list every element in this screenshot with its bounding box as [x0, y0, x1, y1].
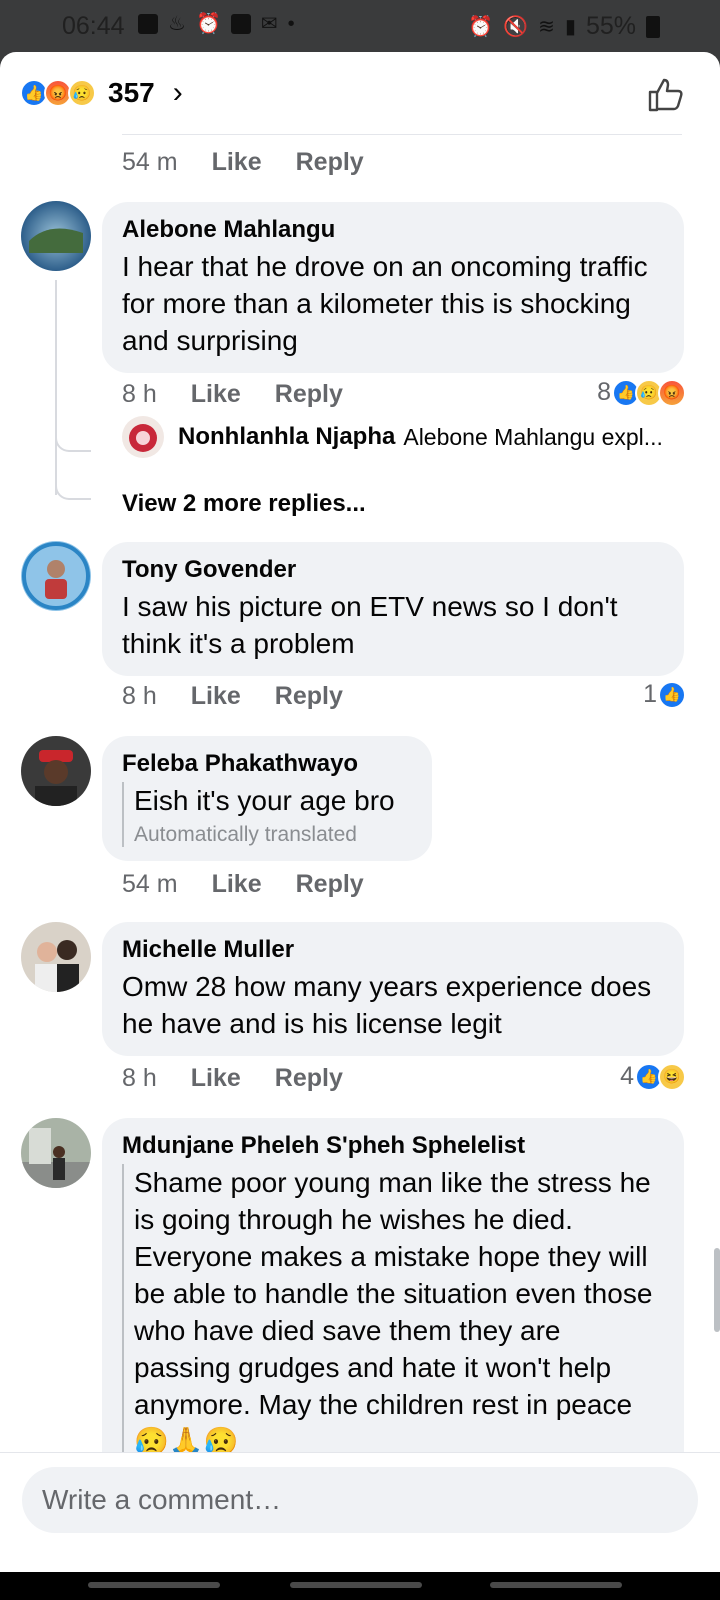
- status-bar: 06:44 ♨ ⏰ ✉ • ⏰ 🔇 ≋ ▮ 55%: [0, 0, 720, 52]
- comments-sheet: 👍 😡 😥 357 › 54 m Like Reply Alebone Mahl…: [0, 52, 720, 1572]
- chevron-right-icon: ›: [172, 76, 183, 109]
- v-icon: [138, 14, 158, 34]
- comment-time: 8 h: [122, 1064, 157, 1092]
- reply-author[interactable]: Nonhlanhla Njapha: [178, 423, 395, 451]
- comment-text: Shame poor young man like the stress he …: [134, 1167, 653, 1420]
- fire-icon: ♨: [168, 13, 186, 35]
- reply-link[interactable]: Reply: [296, 148, 364, 177]
- dot-icon: •: [287, 13, 295, 35]
- comment-author[interactable]: Tony Govender: [122, 556, 664, 584]
- comment-reactions[interactable]: 8 👍 😥 😡: [597, 378, 686, 407]
- thread-line: [55, 280, 57, 495]
- comment-bubble[interactable]: Michelle Muller Omw 28 how many years ex…: [102, 922, 684, 1056]
- mute-icon: 🔇: [503, 15, 529, 38]
- avatar[interactable]: [21, 1118, 91, 1188]
- comment-time: 54 m: [122, 870, 178, 898]
- like-reaction-icon: 👍: [658, 680, 686, 709]
- nav-back-button[interactable]: [88, 1582, 220, 1588]
- comment-text: I saw his picture on ETV news so I don't…: [122, 591, 618, 659]
- comment-meta: 8 h Like Reply: [122, 682, 343, 711]
- like-link[interactable]: Like: [191, 1064, 241, 1093]
- comment-bubble[interactable]: Mdunjane Pheleh S'pheh Sphelelist Shame …: [102, 1118, 684, 1498]
- thread-branch: [55, 436, 91, 452]
- view-more-replies[interactable]: View 2 more replies...: [122, 490, 366, 518]
- divider: [122, 134, 682, 135]
- reply-link[interactable]: Reply: [296, 870, 364, 899]
- comment-meta: 8 h Like Reply: [122, 1064, 343, 1093]
- reactions-summary[interactable]: 👍 😡 😥 357 ›: [20, 76, 183, 110]
- reaction-count: 4: [620, 1062, 634, 1090]
- translated-quote: Eish it's your age bro Automatically tra…: [122, 782, 412, 847]
- comment-composer-bar: [0, 1452, 720, 1572]
- avatar[interactable]: [21, 922, 91, 992]
- wifi-icon: ≋: [538, 15, 555, 38]
- gmail-icon: ✉: [260, 13, 278, 35]
- comment-time: 54 m: [122, 148, 178, 176]
- system-nav-bar: [0, 1572, 720, 1600]
- like-link[interactable]: Like: [212, 870, 262, 899]
- signal-icon: ▮: [564, 15, 576, 38]
- comment-author[interactable]: Mdunjane Pheleh S'pheh Sphelelist: [122, 1132, 664, 1160]
- reply-link[interactable]: Reply: [275, 380, 343, 409]
- reply-preview[interactable]: Nonhlanhla Njapha Alebone Mahlangu expl.…: [122, 416, 692, 458]
- like-link[interactable]: Like: [191, 380, 241, 409]
- comment-meta: 8 h Like Reply: [122, 380, 343, 409]
- nav-recents-button[interactable]: [490, 1582, 622, 1588]
- comment-time: 8 h: [122, 380, 157, 408]
- translation-note[interactable]: Automatically translated: [134, 823, 412, 847]
- comment-quote: Shame poor young man like the stress he …: [122, 1164, 664, 1460]
- system-icons: ⏰ 🔇 ≋ ▮ 55%: [468, 12, 660, 41]
- comment-author[interactable]: Michelle Muller: [122, 936, 664, 964]
- check-icon: [230, 14, 251, 34]
- comment-author[interactable]: Alebone Mahlangu: [122, 216, 664, 244]
- battery-icon: [646, 15, 660, 38]
- reply-link[interactable]: Reply: [275, 1064, 343, 1093]
- comment-bubble[interactable]: Feleba Phakathwayo Eish it's your age br…: [102, 736, 432, 861]
- reactions-header: 👍 😡 😥 357 ›: [0, 52, 720, 134]
- notification-icons: ♨ ⏰ ✉ •: [138, 14, 295, 34]
- alarm-icon: ⏰: [468, 15, 494, 38]
- reply-snippet: Alebone Mahlangu expl...: [403, 423, 663, 450]
- comment-meta: 54 m Like Reply: [122, 870, 364, 899]
- sad-reaction-icon: 😥: [68, 79, 96, 107]
- alarm-icon: ⏰: [195, 13, 221, 35]
- reply-link[interactable]: Reply: [275, 682, 343, 711]
- thumbs-up-outline-icon[interactable]: [646, 74, 686, 114]
- reaction-count: 8: [597, 378, 611, 406]
- status-time: 06:44: [62, 12, 125, 40]
- comment-reactions[interactable]: 1 👍: [643, 680, 686, 709]
- angry-reaction-icon: 😡: [658, 378, 686, 407]
- thread-branch: [55, 484, 91, 500]
- comment-time: 8 h: [122, 682, 157, 710]
- avatar[interactable]: [122, 416, 164, 458]
- comment-bubble[interactable]: Tony Govender I saw his picture on ETV n…: [102, 542, 684, 676]
- comment-input[interactable]: [22, 1467, 698, 1533]
- comment-meta-previous: 54 m Like Reply: [122, 148, 364, 177]
- comment-text: Eish it's your age bro: [134, 785, 395, 816]
- scrollbar-thumb[interactable]: [714, 1248, 720, 1332]
- avatar[interactable]: [21, 201, 91, 271]
- comment-text: I hear that he drove on an oncoming traf…: [122, 251, 648, 356]
- haha-reaction-icon: 😆: [658, 1062, 686, 1091]
- comment-reactions[interactable]: 4 👍 😆: [620, 1062, 686, 1091]
- comment-bubble[interactable]: Alebone Mahlangu I hear that he drove on…: [102, 202, 684, 373]
- comment-author[interactable]: Feleba Phakathwayo: [122, 750, 412, 778]
- reaction-count: 357: [108, 77, 155, 108]
- reaction-count: 1: [643, 680, 657, 708]
- comment-text: Omw 28 how many years experience does he…: [122, 971, 652, 1039]
- avatar[interactable]: [21, 541, 91, 611]
- nav-home-button[interactable]: [290, 1582, 422, 1588]
- like-link[interactable]: Like: [191, 682, 241, 711]
- avatar[interactable]: [21, 736, 91, 806]
- like-link[interactable]: Like: [212, 148, 262, 177]
- battery-percent: 55%: [585, 12, 636, 40]
